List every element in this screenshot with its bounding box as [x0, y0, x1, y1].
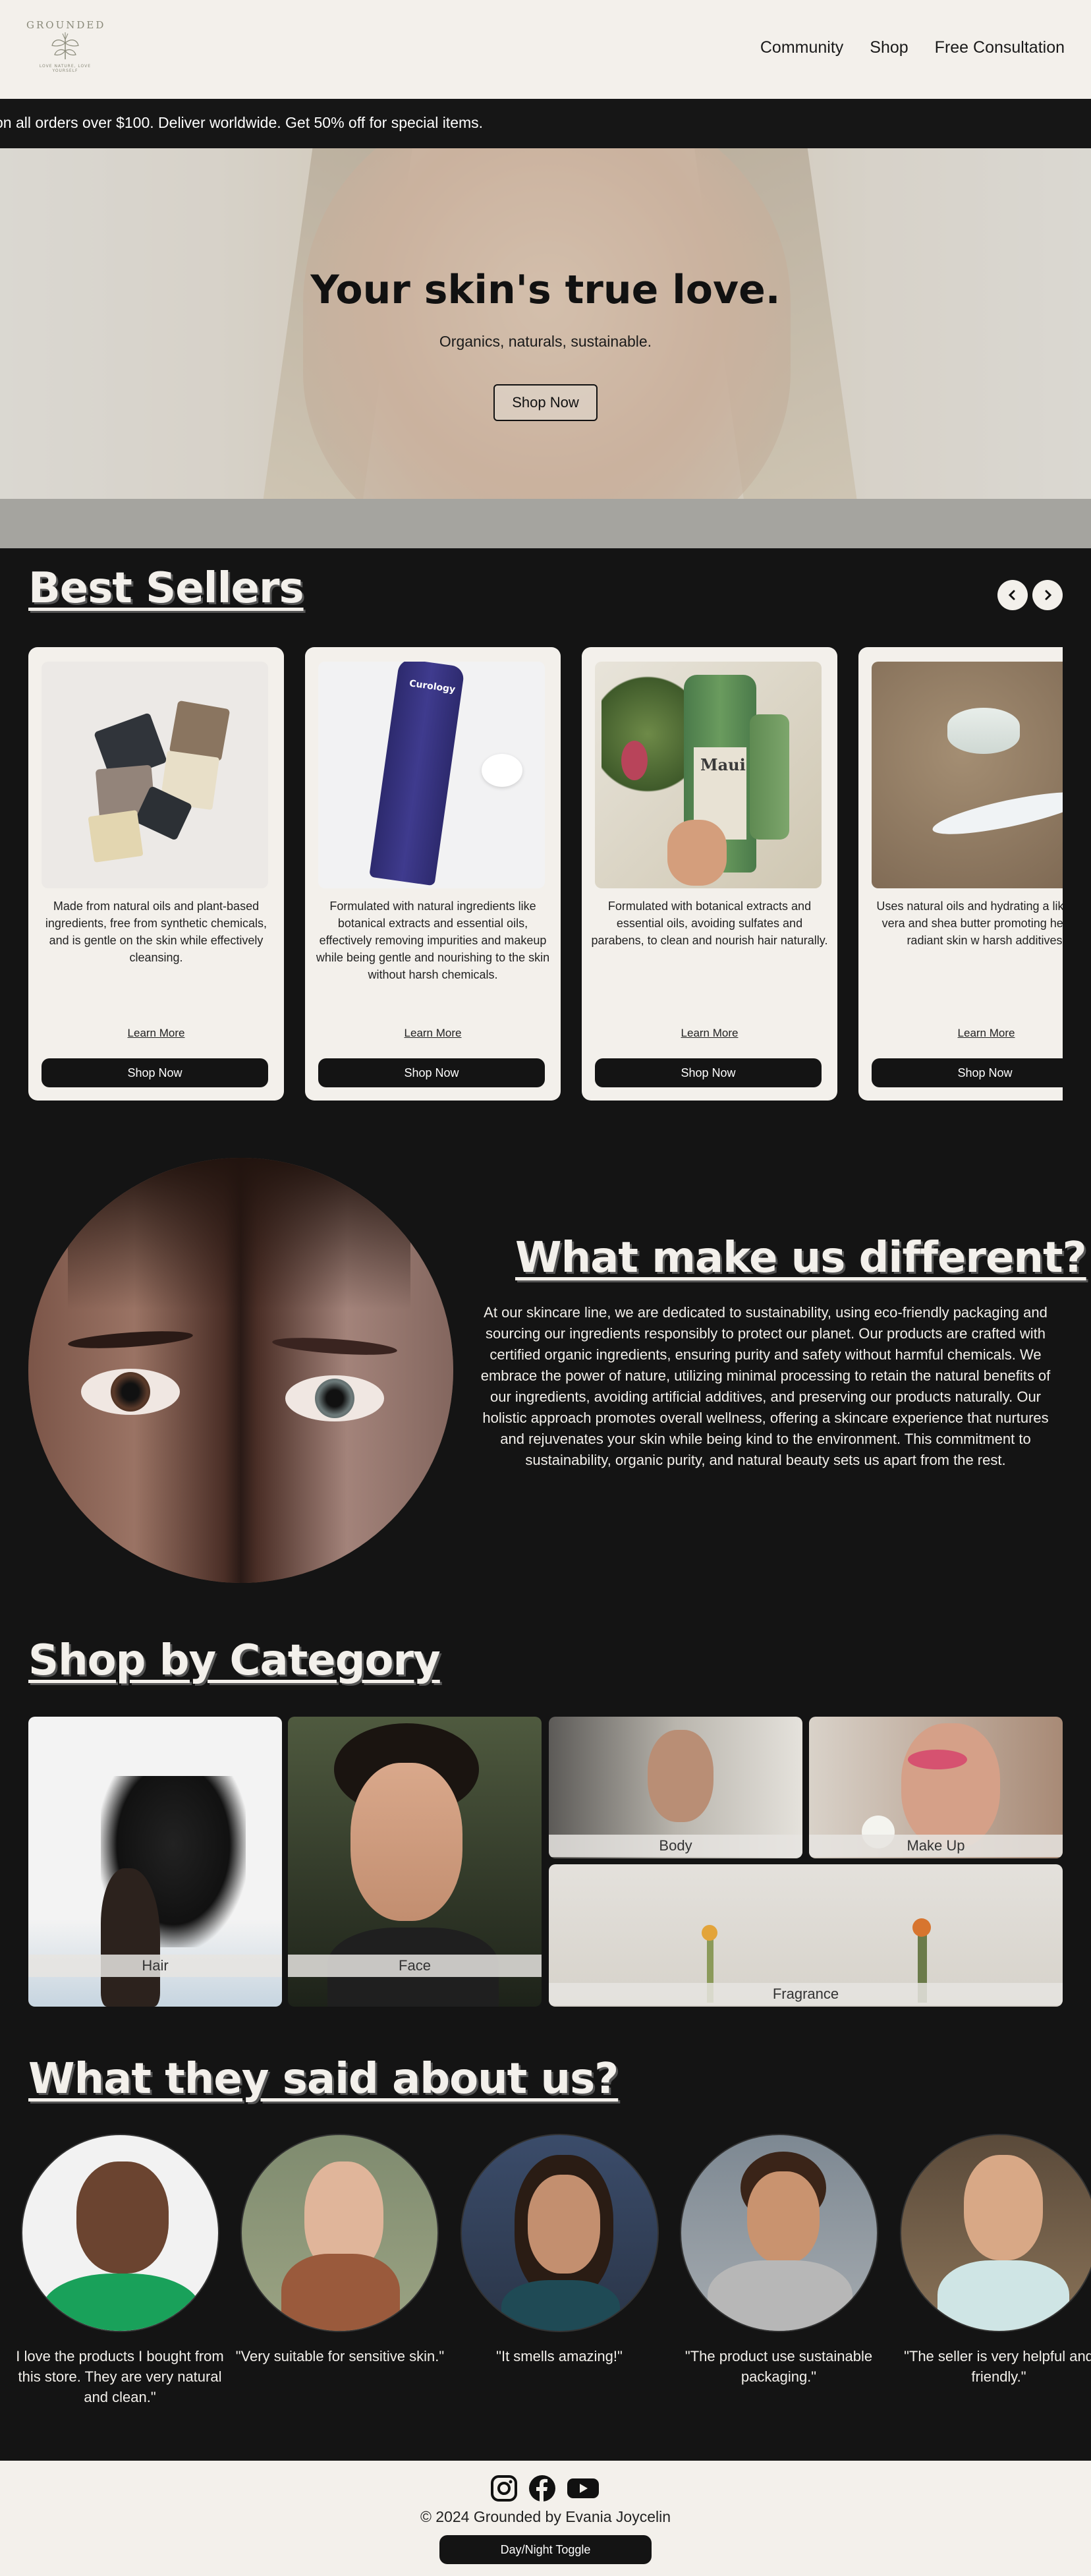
eyes-image — [28, 1158, 453, 1583]
avatar — [461, 2134, 659, 2332]
avatar — [240, 2134, 439, 2332]
site-header: GROUNDED LOVE NATURE, LOVE YOURSELF Comm… — [0, 0, 1091, 99]
different-title: What make us different? — [515, 1234, 1087, 1282]
learn-more-link[interactable]: Learn More — [28, 1027, 284, 1040]
product-description: Formulated with natural ingredients like… — [316, 900, 550, 981]
category-hair[interactable]: Hair — [28, 1717, 282, 2007]
product-card: Made from natural oils and plant-based i… — [28, 647, 284, 1101]
product-card: Uses natural oils and hydrating a like a… — [858, 647, 1063, 1101]
product-card: Curology Formulated with natural ingredi… — [305, 647, 561, 1101]
different-body: At our skincare line, we are dedicated t… — [480, 1304, 1051, 1468]
category-face[interactable]: Face — [288, 1717, 542, 2007]
avatar — [900, 2134, 1091, 2332]
category-label: Body — [549, 1835, 802, 1857]
product-image-soap — [42, 662, 268, 888]
youtube-icon[interactable] — [566, 2474, 600, 2503]
product-image-shampoo: Maui — [595, 662, 822, 888]
product-image-cleanser: Curology — [318, 662, 545, 888]
nav-shop[interactable]: Shop — [870, 38, 908, 57]
chevron-left-icon — [1008, 590, 1015, 600]
hero-subtitle: Organics, naturals, sustainable. — [439, 333, 652, 350]
hero-shop-now-button[interactable]: Shop Now — [493, 384, 598, 421]
shop-now-button[interactable]: Shop Now — [42, 1058, 268, 1087]
avatar — [680, 2134, 878, 2332]
main-nav: Community Shop Free Consultation — [760, 38, 1065, 57]
category-fragrance[interactable]: Fragrance — [549, 1864, 1063, 2007]
brand-logo[interactable]: GROUNDED LOVE NATURE, LOVE YOURSELF — [26, 10, 104, 88]
carousel-prev-button[interactable] — [997, 580, 1028, 610]
product-image-moisturizer — [872, 662, 1063, 888]
category-label: Hair — [28, 1955, 282, 1977]
promo-text: on all orders over $100. Deliver worldwi… — [0, 114, 484, 131]
best-sellers-carousel: Made from natural oils and plant-based i… — [28, 647, 1063, 1102]
category-body[interactable]: Body — [549, 1717, 802, 1858]
facebook-icon[interactable] — [528, 2474, 557, 2503]
shop-now-button[interactable]: Shop Now — [595, 1058, 822, 1087]
testimonial-quote: "Very suitable for sensitive skin." — [235, 2348, 445, 2364]
category-title: Shop by Category — [28, 1636, 441, 1685]
category-makeup[interactable]: Make Up — [809, 1717, 1063, 1858]
learn-more-link[interactable]: Learn More — [858, 1027, 1063, 1040]
shop-now-button[interactable]: Shop Now — [318, 1058, 545, 1087]
hero-bottom-band — [0, 499, 1091, 548]
testimonial-quote: "It smells amazing!" — [496, 2348, 623, 2364]
carousel-next-button[interactable] — [1032, 580, 1063, 610]
copyright-text: © 2024 Grounded by Evania Joycelin — [420, 2508, 671, 2525]
nav-free-consultation[interactable]: Free Consultation — [935, 38, 1065, 57]
leaf-icon — [51, 32, 79, 59]
category-label: Face — [288, 1955, 542, 1977]
testimonial-quote: "The seller is very helpful and friendly… — [904, 2348, 1091, 2385]
instagram-icon[interactable] — [490, 2474, 518, 2503]
product-label: Maui — [700, 755, 746, 774]
shop-now-button[interactable]: Shop Now — [872, 1058, 1063, 1087]
logo-subtext: LOVE NATURE, LOVE YOURSELF — [39, 64, 92, 73]
hero-section: Your skin's true love. Organics, natural… — [0, 148, 1091, 499]
promo-banner: on all orders over $100. Deliver worldwi… — [0, 99, 1091, 148]
product-description: Formulated with botanical extracts and e… — [591, 900, 828, 947]
product-card: Maui Formulated with botanical extracts … — [582, 647, 837, 1101]
chevron-right-icon — [1045, 590, 1052, 600]
social-links — [490, 2474, 600, 2503]
avatar — [21, 2134, 219, 2332]
testimonials-title: What they said about us? — [28, 2055, 619, 2104]
category-label: Make Up — [809, 1835, 1063, 1857]
product-description: Uses natural oils and hydrating a like a… — [876, 900, 1063, 947]
testimonial-quote: "The product use sustainable packaging." — [685, 2348, 873, 2385]
testimonial-quote: I love the products I bought from this s… — [16, 2348, 224, 2405]
nav-community[interactable]: Community — [760, 38, 843, 57]
product-description: Made from natural oils and plant-based i… — [45, 900, 267, 964]
day-night-toggle-button[interactable]: Day/Night Toggle — [439, 2535, 652, 2564]
learn-more-link[interactable]: Learn More — [582, 1027, 837, 1040]
best-sellers-title: Best Sellers — [28, 564, 304, 613]
category-label: Fragrance — [549, 1983, 1063, 2005]
learn-more-link[interactable]: Learn More — [305, 1027, 561, 1040]
hero-title: Your skin's true love. — [310, 267, 781, 313]
